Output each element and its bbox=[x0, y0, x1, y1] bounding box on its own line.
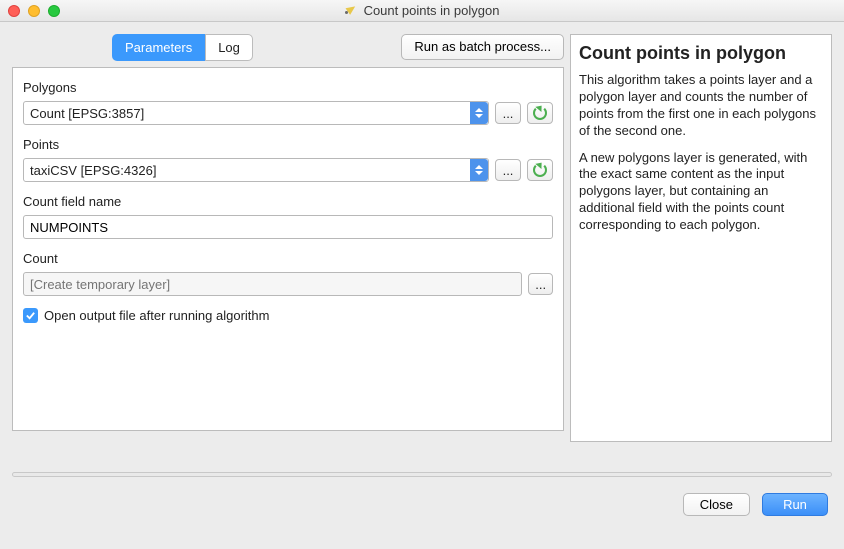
top-toolbar: Parameters Log Run as batch process... bbox=[12, 34, 564, 61]
help-paragraph-2: A new polygons layer is generated, with … bbox=[579, 150, 823, 234]
output-input[interactable] bbox=[23, 272, 522, 296]
window-title-text: Count points in polygon bbox=[364, 3, 500, 18]
open-after-label: Open output file after running algorithm bbox=[44, 308, 269, 323]
count-field-label: Count field name bbox=[23, 194, 553, 209]
tab-selector: Parameters Log bbox=[112, 34, 253, 61]
window-title: Count points in polygon bbox=[0, 3, 844, 18]
titlebar: Count points in polygon bbox=[0, 0, 844, 22]
parameters-panel: Polygons Count [EPSG:3857] ... Points ta… bbox=[12, 67, 564, 431]
refresh-icon bbox=[533, 106, 547, 120]
run-batch-button[interactable]: Run as batch process... bbox=[401, 34, 564, 60]
open-after-row[interactable]: Open output file after running algorithm bbox=[23, 308, 553, 323]
help-panel: Count points in polygon This algorithm t… bbox=[570, 34, 832, 442]
points-iterate-button[interactable] bbox=[527, 159, 553, 181]
points-browse-button[interactable]: ... bbox=[495, 159, 521, 181]
run-button[interactable]: Run bbox=[762, 493, 828, 516]
close-button[interactable]: Close bbox=[683, 493, 750, 516]
dropdown-icon bbox=[470, 102, 488, 124]
check-icon bbox=[25, 310, 36, 321]
dots-icon: ... bbox=[503, 163, 514, 178]
polygons-browse-button[interactable]: ... bbox=[495, 102, 521, 124]
points-value: taxiCSV [EPSG:4326] bbox=[30, 163, 156, 178]
dropdown-icon bbox=[470, 159, 488, 181]
output-browse-button[interactable]: ... bbox=[528, 273, 553, 295]
polygons-select[interactable]: Count [EPSG:3857] bbox=[23, 101, 489, 125]
dialog-buttons: Close Run bbox=[12, 493, 832, 516]
count-field-input[interactable] bbox=[23, 215, 553, 239]
dots-icon: ... bbox=[503, 106, 514, 121]
help-title: Count points in polygon bbox=[579, 43, 823, 64]
open-after-checkbox[interactable] bbox=[23, 308, 38, 323]
progress-bar bbox=[12, 472, 832, 477]
refresh-icon bbox=[533, 163, 547, 177]
points-label: Points bbox=[23, 137, 553, 152]
app-icon bbox=[345, 4, 359, 18]
tab-log[interactable]: Log bbox=[205, 34, 253, 61]
points-select[interactable]: taxiCSV [EPSG:4326] bbox=[23, 158, 489, 182]
polygons-label: Polygons bbox=[23, 80, 553, 95]
output-label: Count bbox=[23, 251, 553, 266]
polygons-value: Count [EPSG:3857] bbox=[30, 106, 144, 121]
tab-parameters[interactable]: Parameters bbox=[112, 34, 205, 61]
help-paragraph-1: This algorithm takes a points layer and … bbox=[579, 72, 823, 140]
dots-icon: ... bbox=[535, 277, 546, 292]
polygons-iterate-button[interactable] bbox=[527, 102, 553, 124]
